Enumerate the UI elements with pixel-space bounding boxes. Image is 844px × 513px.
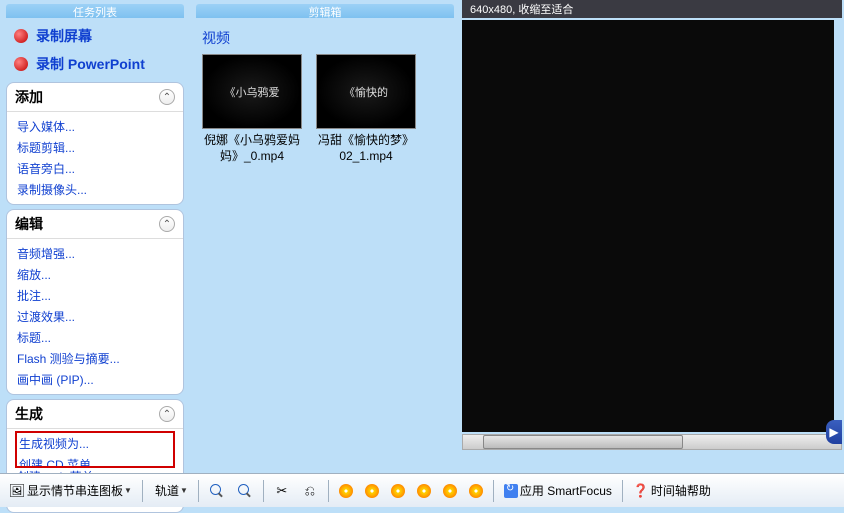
tool-button[interactable] xyxy=(438,481,462,501)
split-icon: ⎌ xyxy=(302,483,318,499)
clip-thumbnail xyxy=(316,54,416,129)
disc-icon xyxy=(365,484,379,498)
record-powerpoint-button[interactable]: 录制 PowerPoint xyxy=(2,50,188,78)
play-button[interactable]: ▶ xyxy=(826,420,842,444)
panel-produce-title: 生成 xyxy=(15,404,43,424)
panel-add-title: 添加 xyxy=(15,87,43,107)
tool-button[interactable] xyxy=(334,481,358,501)
separator xyxy=(263,480,264,502)
clip-bin-title: 剪辑箱 xyxy=(196,4,454,18)
scissors-icon: ✂ xyxy=(274,483,290,499)
panel-edit-title: 编辑 xyxy=(15,214,43,234)
timeline-help-label: 时间轴帮助 xyxy=(651,482,711,499)
pip-link[interactable]: 画中画 (PIP)... xyxy=(17,369,173,390)
disc-icon xyxy=(417,484,431,498)
import-media-link[interactable]: 导入媒体... xyxy=(17,116,173,137)
record-icon xyxy=(14,57,28,71)
storyboard-button[interactable]: 🖼 显示情节串连图板 ▼ xyxy=(4,479,137,502)
tool-button[interactable] xyxy=(464,481,488,501)
video-section-label: 视频 xyxy=(192,22,458,54)
separator xyxy=(622,480,623,502)
tool-button[interactable] xyxy=(386,481,410,501)
bottom-toolbar: 🖼 显示情节串连图板 ▼ 轨道 ▼ ✂ ⎌ 应用 SmartFocus ❓ 时间… xyxy=(0,473,844,507)
produce-video-as-link[interactable]: 生成视频为... xyxy=(19,433,171,454)
callouts-link[interactable]: 批注... xyxy=(17,285,173,306)
disc-icon xyxy=(339,484,353,498)
clip-item[interactable]: 冯甜《愉快的梦》02_1.mp4 xyxy=(316,54,416,164)
separator xyxy=(142,480,143,502)
transitions-link[interactable]: 过渡效果... xyxy=(17,306,173,327)
record-icon xyxy=(14,29,28,43)
separator xyxy=(328,480,329,502)
preview-scrollbar[interactable] xyxy=(462,434,842,450)
zoom-in-icon xyxy=(209,483,225,499)
disc-icon xyxy=(391,484,405,498)
collapse-icon[interactable]: ⌃ xyxy=(159,216,175,232)
zoom-out-button[interactable] xyxy=(232,480,258,502)
zoom-out-icon xyxy=(237,483,253,499)
record-screen-label: 录制屏幕 xyxy=(36,26,92,46)
clip-filename: 倪娜《小乌鸦爱妈妈》_0.mp4 xyxy=(202,133,302,164)
flash-quiz-link[interactable]: Flash 测验与摘要... xyxy=(17,348,173,369)
scrollbar-thumb[interactable] xyxy=(483,435,683,449)
apply-smartfocus-button[interactable]: 应用 SmartFocus xyxy=(499,479,617,502)
clip-filename: 冯甜《愉快的梦》02_1.mp4 xyxy=(316,133,416,164)
record-camera-link[interactable]: 录制摄像头... xyxy=(17,179,173,200)
clip-thumbnail xyxy=(202,54,302,129)
storyboard-label: 显示情节串连图板 xyxy=(27,482,123,499)
tracks-button[interactable]: 轨道 ▼ xyxy=(148,479,193,502)
disc-icon xyxy=(443,484,457,498)
smartfocus-icon xyxy=(504,484,518,498)
smartfocus-label: 应用 SmartFocus xyxy=(520,482,612,499)
preview-pane[interactable] xyxy=(462,20,842,432)
record-screen-button[interactable]: 录制屏幕 xyxy=(2,22,188,50)
panel-edit: 编辑 ⌃ 音频增强... 缩放... 批注... 过渡效果... 标题... F… xyxy=(6,209,184,395)
title-clip-link[interactable]: 标题剪辑... xyxy=(17,137,173,158)
audio-enhance-link[interactable]: 音频增强... xyxy=(17,243,173,264)
clip-item[interactable]: 倪娜《小乌鸦爱妈妈》_0.mp4 xyxy=(202,54,302,164)
separator xyxy=(493,480,494,502)
dropdown-icon: ▼ xyxy=(180,486,188,495)
disc-icon xyxy=(469,484,483,498)
task-list-title: 任务列表 xyxy=(6,4,184,18)
zoom-link[interactable]: 缩放... xyxy=(17,264,173,285)
voice-narration-link[interactable]: 语音旁白... xyxy=(17,158,173,179)
tracks-label: 轨道 xyxy=(155,482,179,499)
dropdown-icon: ▼ xyxy=(124,486,132,495)
help-icon: ❓ xyxy=(633,483,649,499)
collapse-icon[interactable]: ⌃ xyxy=(159,89,175,105)
split-button[interactable]: ⎌ xyxy=(297,480,323,502)
storyboard-icon: 🖼 xyxy=(9,483,25,499)
zoom-in-button[interactable] xyxy=(204,480,230,502)
create-cd-menu-link[interactable]: 创建 CD 菜单... xyxy=(19,454,171,466)
tool-button[interactable] xyxy=(360,481,384,501)
tool-button[interactable] xyxy=(412,481,436,501)
separator xyxy=(198,480,199,502)
panel-add: 添加 ⌃ 导入媒体... 标题剪辑... 语音旁白... 录制摄像头... xyxy=(6,82,184,205)
highlight-box: 生成视频为... 创建 CD 菜单... xyxy=(15,431,175,468)
cut-button[interactable]: ✂ xyxy=(269,480,295,502)
timeline-help-button[interactable]: ❓ 时间轴帮助 xyxy=(628,479,716,502)
record-ppt-label: 录制 PowerPoint xyxy=(36,54,145,74)
collapse-icon[interactable]: ⌃ xyxy=(159,406,175,422)
preview-status: 640x480, 收缩至适合 xyxy=(462,0,842,18)
captions-link[interactable]: 标题... xyxy=(17,327,173,348)
